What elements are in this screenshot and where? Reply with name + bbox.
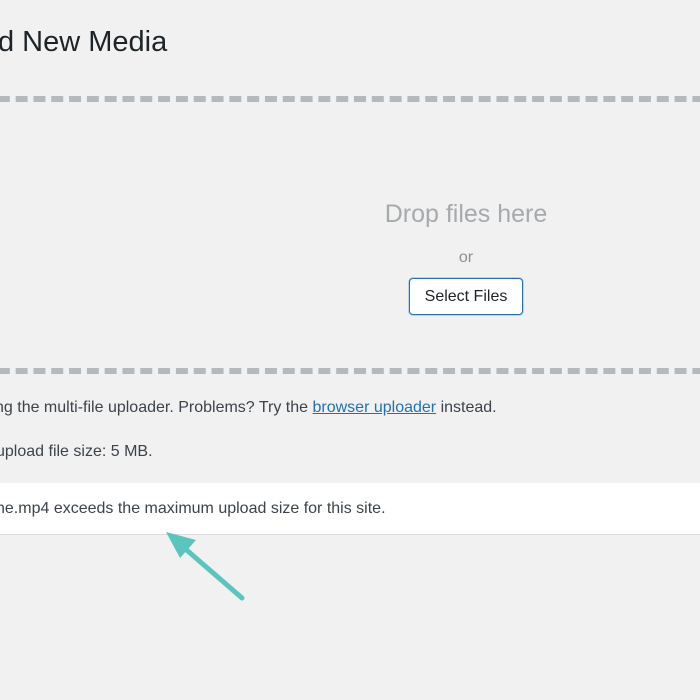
page-title: d New Media — [0, 26, 168, 58]
uploader-note-prefix: ng the multi-file uploader. Problems? Tr… — [0, 399, 313, 416]
drop-zone[interactable] — [0, 96, 700, 374]
upload-error-notice: ne.mp4 exceeds the maximum upload size f… — [0, 483, 700, 535]
upload-error-message: ne.mp4 exceeds the maximum upload size f… — [0, 500, 386, 517]
upload-media-page: d New Media Drop files here or Select Fi… — [0, 0, 700, 700]
max-upload-size-text: upload file size: 5 MB. — [0, 443, 153, 460]
select-files-button[interactable]: Select Files — [409, 278, 523, 315]
arrow-pointer-icon — [166, 532, 245, 601]
uploader-note: ng the multi-file uploader. Problems? Tr… — [0, 399, 497, 417]
or-text: or — [458, 249, 474, 266]
drop-files-text: Drop files here — [384, 200, 548, 228]
browser-uploader-link[interactable]: browser uploader — [313, 399, 437, 416]
uploader-note-suffix: instead. — [436, 399, 497, 416]
